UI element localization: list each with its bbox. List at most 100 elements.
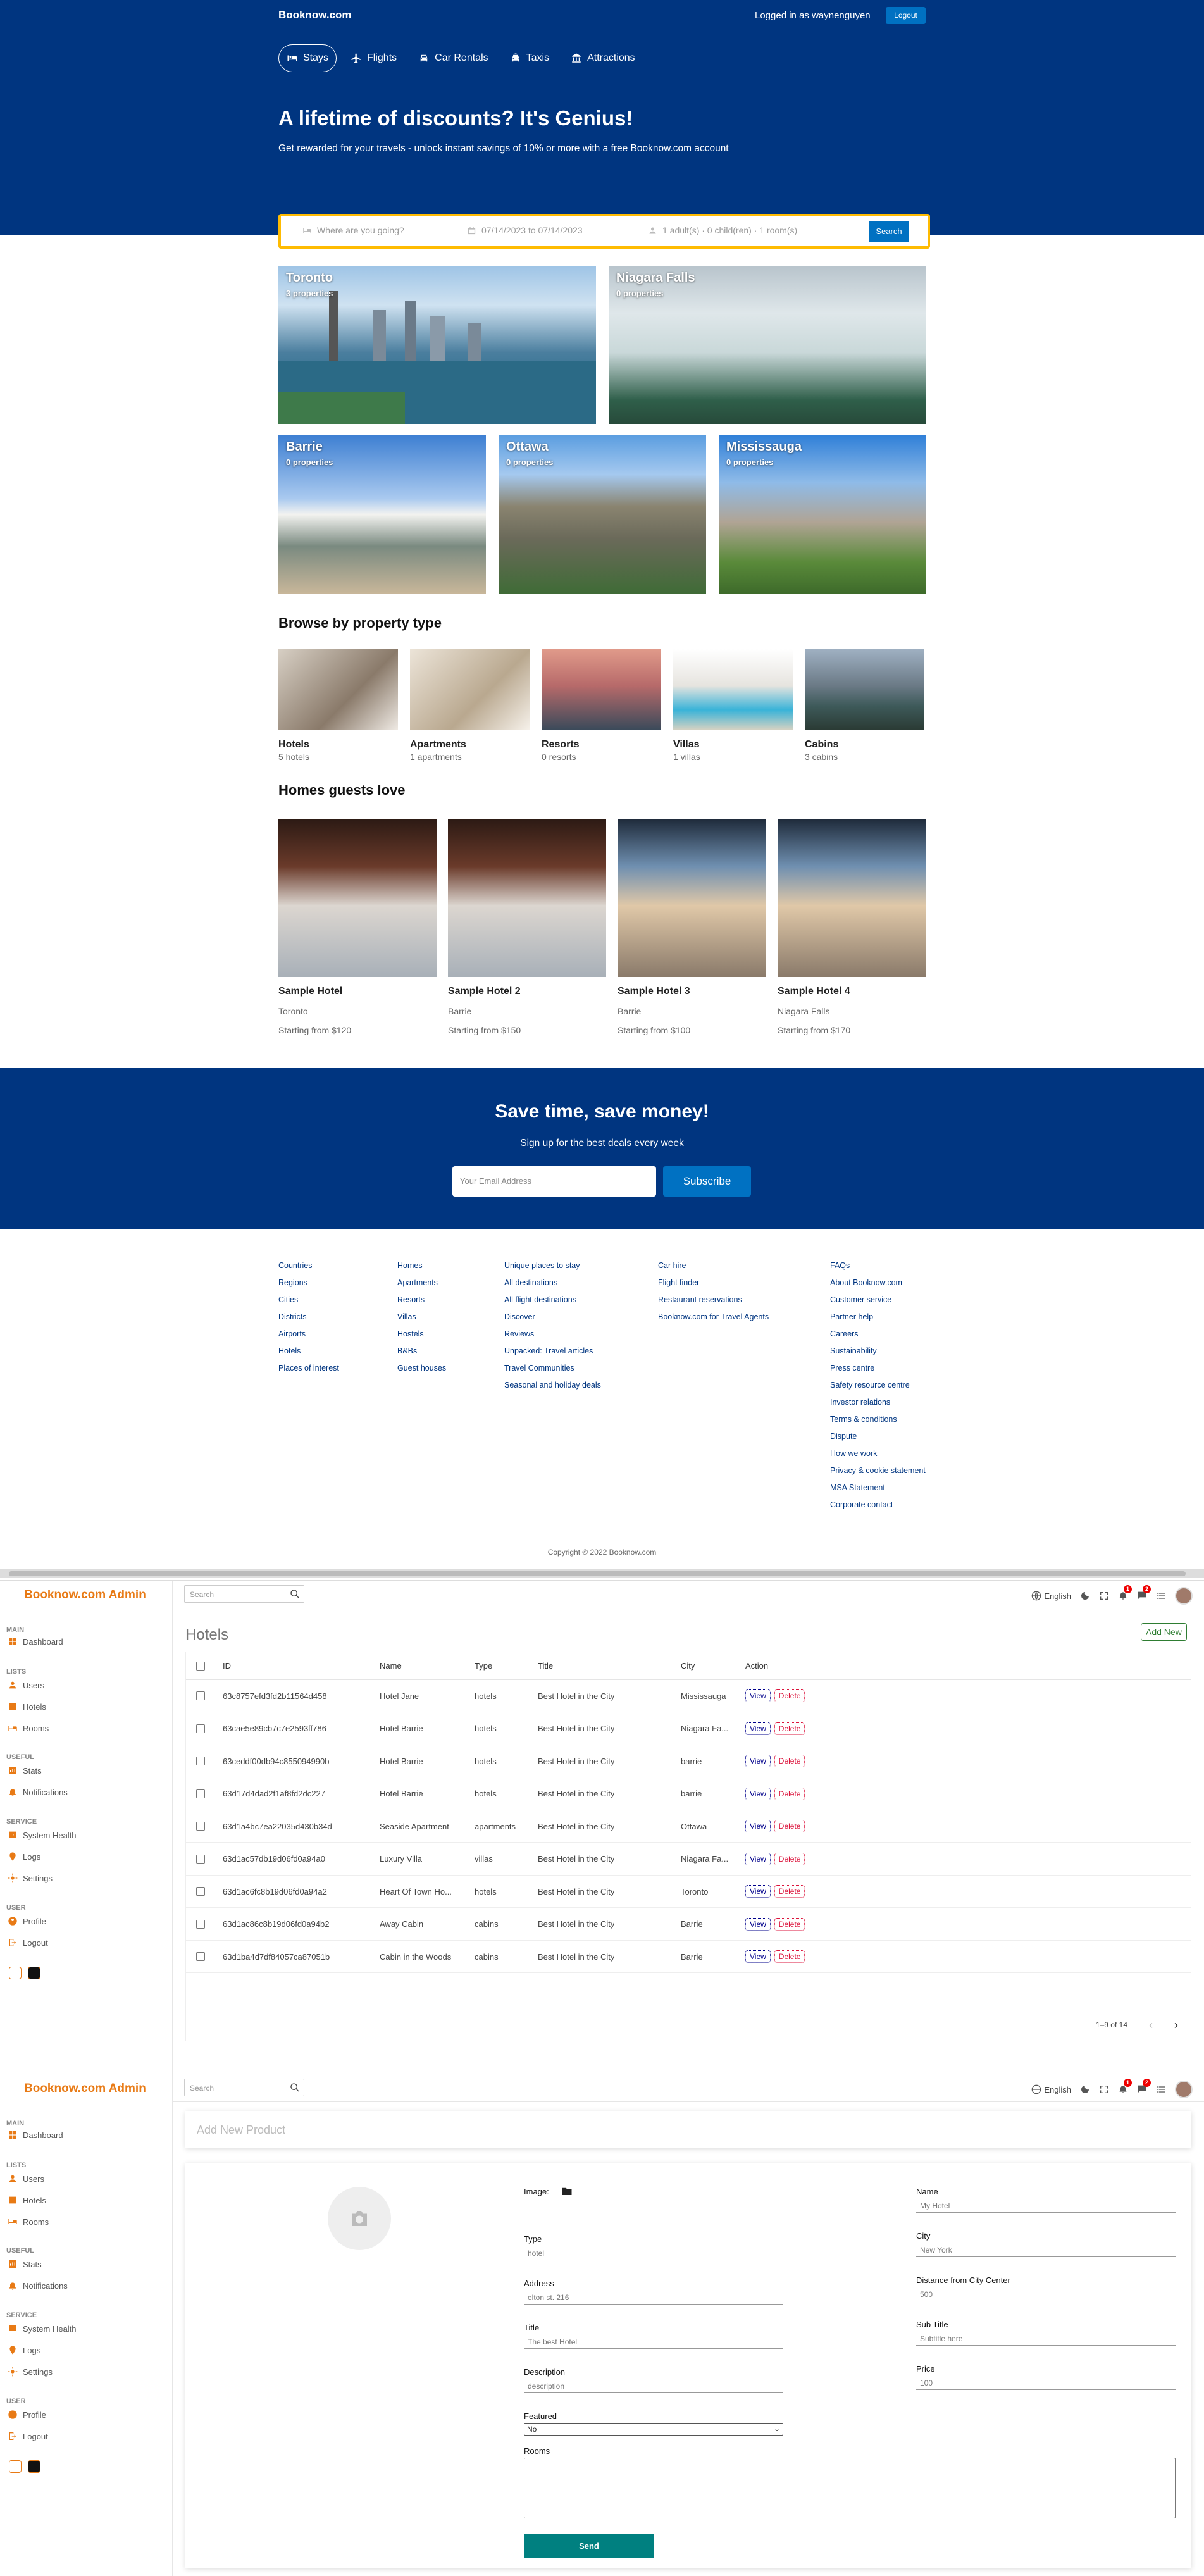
nav-flights[interactable]: Flights [343,44,404,72]
dark-mode-icon[interactable] [1080,1591,1090,1601]
footer-link[interactable]: Apartments [397,1278,446,1295]
featured-mississauga[interactable]: Mississauga 0 properties [719,435,926,594]
next-page-icon[interactable]: › [1174,2019,1178,2032]
messages-button[interactable]: 2 [1137,1584,1151,1602]
delete-button[interactable]: Delete [774,1755,805,1767]
delete-button[interactable]: Delete [774,1787,805,1800]
view-button[interactable]: View [745,1917,771,1931]
footer-link[interactable]: Restaurant reservations [658,1295,769,1312]
sidebar-item-notifications[interactable]: Notifications [8,2280,68,2291]
list-icon[interactable] [1156,2084,1166,2094]
footer-link[interactable]: B&Bs [397,1347,446,1364]
column-header[interactable]: City [681,1652,695,1679]
admin-brand[interactable]: Booknow.com Admin [24,2082,146,2096]
subscribe-button[interactable]: Subscribe [663,1166,751,1197]
add-new-button[interactable]: Add New [1141,1623,1187,1641]
sidebar-item-dashboard[interactable]: Dashboard [8,1636,63,1646]
footer-link[interactable]: Countries [278,1261,339,1278]
light-theme-swatch[interactable] [9,2460,22,2473]
delete-button[interactable]: Delete [774,1885,805,1898]
featured-select[interactable]: No ⌄ [524,2423,783,2436]
row-checkbox[interactable] [196,1691,205,1700]
horizontal-scrollbar[interactable] [0,1569,1204,1578]
fullscreen-icon[interactable] [1099,2084,1109,2094]
select-all-checkbox[interactable] [196,1661,205,1671]
footer-link[interactable]: Airports [278,1329,339,1347]
ptype-hotels[interactable]: Hotels 5 hotels [278,649,398,762]
featured-barrie[interactable]: Barrie 0 properties [278,435,486,594]
language-selector[interactable]: English [1031,1591,1071,1601]
send-button[interactable]: Send [524,2534,654,2558]
footer-link[interactable]: Cities [278,1295,339,1312]
sidebar-item-stats[interactable]: Stats [8,1765,42,1776]
sidebar-item-hotels[interactable]: Hotels [8,2195,46,2205]
footer-link[interactable]: Unpacked: Travel articles [504,1347,601,1364]
footer-link[interactable]: Resorts [397,1295,446,1312]
footer-link[interactable]: Discover [504,1312,601,1329]
footer-link[interactable]: Homes [397,1261,446,1278]
row-checkbox[interactable] [196,1952,205,1961]
footer-link[interactable]: Privacy & cookie statement [830,1466,926,1483]
footer-link[interactable]: All destinations [504,1278,601,1295]
sidebar-item-notifications[interactable]: Notifications [8,1787,68,1797]
sidebar-item-logs[interactable]: Logs [8,2345,40,2355]
footer-link[interactable]: Dispute [830,1432,926,1449]
footer-link[interactable]: Seasonal and holiday deals [504,1381,601,1398]
footer-link[interactable]: Places of interest [278,1364,339,1381]
view-button[interactable]: View [745,1787,771,1800]
footer-link[interactable]: All flight destinations [504,1295,601,1312]
sidebar-item-users[interactable]: Users [8,1680,44,1690]
featured-toronto[interactable]: Toronto 3 properties [278,266,596,424]
row-checkbox[interactable] [196,1724,205,1733]
sidebar-item-profile[interactable]: Profile [8,1916,46,1926]
row-checkbox[interactable] [196,1854,205,1864]
nav-taxis[interactable]: Taxis [502,44,557,72]
price-input[interactable]: 100 [916,2376,1176,2390]
light-theme-swatch[interactable] [9,1967,22,1979]
home-card[interactable]: Sample Hotel 3 Barrie Starting from $100 [618,819,766,1035]
type-input[interactable]: hotel [524,2246,783,2260]
city-input[interactable]: New York [916,2243,1176,2257]
ptype-apartments[interactable]: Apartments 1 apartments [410,649,530,762]
dark-theme-swatch[interactable] [28,2460,40,2473]
column-header[interactable]: Title [538,1652,553,1679]
search-icon[interactable] [290,2082,300,2093]
admin-search-input[interactable]: Search [184,2079,304,2096]
footer-link[interactable]: Reviews [504,1329,601,1347]
nav-car-rentals[interactable]: Car Rentals [411,44,495,72]
search-icon[interactable] [290,1589,300,1599]
sidebar-item-rooms[interactable]: Rooms [8,1723,49,1733]
notifications-button[interactable]: 1 [1118,1584,1132,1602]
language-selector[interactable]: English [1031,2084,1071,2094]
footer-link[interactable]: Safety resource centre [830,1381,926,1398]
view-button[interactable]: View [745,1722,771,1735]
footer-link[interactable]: Investor relations [830,1398,926,1415]
view-button[interactable]: View [745,1755,771,1767]
home-card[interactable]: Sample Hotel 4 Niagara Falls Starting from… [778,819,926,1035]
sidebar-item-system-health[interactable]: System Health [8,2324,77,2334]
ptype-cabins[interactable]: Cabins 3 cabins [805,649,924,762]
footer-link[interactable]: Car hire [658,1261,769,1278]
delete-button[interactable]: Delete [774,1917,805,1931]
destination-input[interactable]: Where are you going? [317,225,404,235]
view-button[interactable]: View [745,1820,771,1832]
home-card[interactable]: Sample Hotel Toronto Starting from $120 [278,819,437,1035]
footer-link[interactable]: Unique places to stay [504,1261,601,1278]
delete-button[interactable]: Delete [774,1852,805,1865]
featured-ottawa[interactable]: Ottawa 0 properties [499,435,706,594]
distance-input[interactable]: 500 [916,2287,1176,2301]
search-button[interactable]: Search [869,221,909,242]
sidebar-item-logout[interactable]: Logout [8,2431,48,2441]
admin-brand[interactable]: Booknow.com Admin [24,1588,146,1602]
nav-stays[interactable]: Stays [278,44,337,72]
site-logo[interactable]: Booknow.com [278,9,352,22]
footer-link[interactable]: How we work [830,1449,926,1466]
dark-theme-swatch[interactable] [28,1967,40,1979]
scrollbar-thumb[interactable] [9,1571,1186,1576]
nav-attractions[interactable]: Attractions [563,44,643,72]
sidebar-item-system-health[interactable]: System Health [8,1830,77,1840]
sidebar-item-logs[interactable]: Logs [8,1851,40,1862]
footer-link[interactable]: Terms & conditions [830,1415,926,1432]
sidebar-item-hotels[interactable]: Hotels [8,1702,46,1712]
list-icon[interactable] [1156,1591,1166,1601]
